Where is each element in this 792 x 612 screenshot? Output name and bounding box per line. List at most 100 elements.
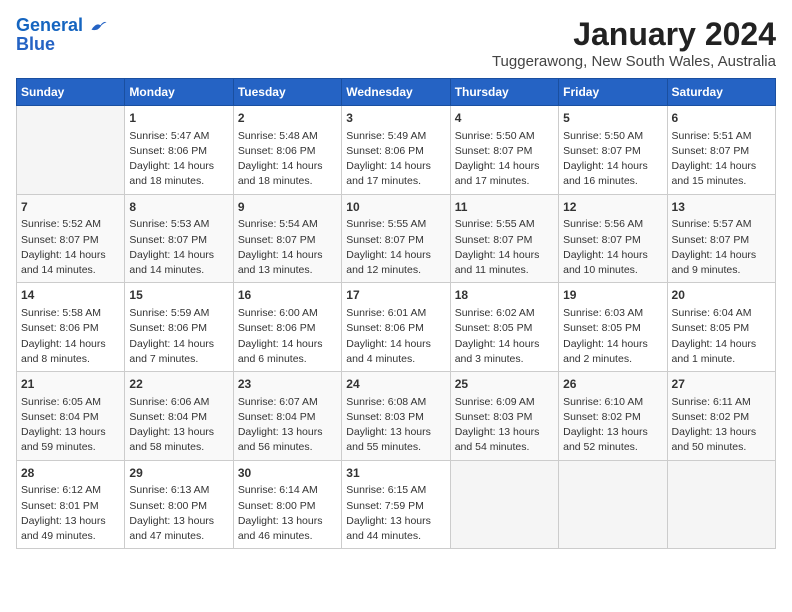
calendar-cell xyxy=(450,460,558,549)
day-info: Sunrise: 5:59 AM Sunset: 8:06 PM Dayligh… xyxy=(129,306,228,367)
day-info: Sunrise: 5:53 AM Sunset: 8:07 PM Dayligh… xyxy=(129,217,228,278)
day-info: Sunrise: 5:55 AM Sunset: 8:07 PM Dayligh… xyxy=(455,217,554,278)
day-number: 4 xyxy=(455,110,554,127)
calendar-cell: 21 Sunrise: 6:05 AM Sunset: 8:04 PM Dayli… xyxy=(17,372,125,461)
day-info: Sunrise: 5:50 AM Sunset: 8:07 PM Dayligh… xyxy=(563,129,662,190)
day-info: Sunrise: 5:55 AM Sunset: 8:07 PM Dayligh… xyxy=(346,217,445,278)
day-number: 7 xyxy=(21,199,120,216)
calendar-cell: 23Sunrise: 6:07 AM Sunset: 8:04 PM Dayli… xyxy=(233,372,341,461)
day-info: Sunrise: 6:10 AM Sunset: 8:02 PM Dayligh… xyxy=(563,395,662,456)
day-info: Sunrise: 6:09 AM Sunset: 8:03 PM Dayligh… xyxy=(455,395,554,456)
calendar-cell: 14 Sunrise: 5:58 AM Sunset: 8:06 PM Dayli… xyxy=(17,283,125,372)
weekday-header-cell: Tuesday xyxy=(233,79,341,106)
calendar-cell: 13Sunrise: 5:57 AM Sunset: 8:07 PM Dayli… xyxy=(667,194,775,283)
calendar-cell xyxy=(559,460,667,549)
calendar-cell: 20Sunrise: 6:04 AM Sunset: 8:05 PM Dayli… xyxy=(667,283,775,372)
day-number: 25 xyxy=(455,376,554,393)
day-info: Sunrise: 6:00 AM Sunset: 8:06 PM Dayligh… xyxy=(238,306,337,367)
day-info: Sunrise: 5:51 AM Sunset: 8:07 PM Dayligh… xyxy=(672,129,771,190)
calendar-cell: 16 Sunrise: 6:00 AM Sunset: 8:06 PM Dayli… xyxy=(233,283,341,372)
day-info: Sunrise: 6:13 AM Sunset: 8:00 PM Dayligh… xyxy=(129,483,228,544)
calendar-cell: 9Sunrise: 5:54 AM Sunset: 8:07 PM Daylig… xyxy=(233,194,341,283)
calendar-body: 1Sunrise: 5:47 AM Sunset: 8:06 PM Daylig… xyxy=(17,106,776,549)
day-number: 15 xyxy=(129,287,228,304)
calendar-cell: 28Sunrise: 6:12 AM Sunset: 8:01 PM Dayli… xyxy=(17,460,125,549)
day-number: 8 xyxy=(129,199,228,216)
calendar-cell xyxy=(667,460,775,549)
day-number: 2 xyxy=(238,110,337,127)
calendar-table: SundayMondayTuesdayWednesdayThursdayFrid… xyxy=(16,78,776,549)
title-area: January 2024 Tuggerawong, New South Wale… xyxy=(492,16,776,70)
calendar-cell: 12Sunrise: 5:56 AM Sunset: 8:07 PM Dayli… xyxy=(559,194,667,283)
calendar-week-row: 1Sunrise: 5:47 AM Sunset: 8:06 PM Daylig… xyxy=(17,106,776,195)
day-number: 14 xyxy=(21,287,120,304)
weekday-header-cell: Thursday xyxy=(450,79,558,106)
calendar-cell: 27Sunrise: 6:11 AM Sunset: 8:02 PM Dayli… xyxy=(667,372,775,461)
calendar-cell: 4 Sunrise: 5:50 AM Sunset: 8:07 PM Daylig… xyxy=(450,106,558,195)
day-info: Sunrise: 5:49 AM Sunset: 8:06 PM Dayligh… xyxy=(346,129,445,190)
day-number: 12 xyxy=(563,199,662,216)
day-info: Sunrise: 6:06 AM Sunset: 8:04 PM Dayligh… xyxy=(129,395,228,456)
day-number: 28 xyxy=(21,465,120,482)
day-number: 24 xyxy=(346,376,445,393)
day-info: Sunrise: 6:15 AM Sunset: 7:59 PM Dayligh… xyxy=(346,483,445,544)
calendar-cell: 31Sunrise: 6:15 AM Sunset: 7:59 PM Dayli… xyxy=(342,460,450,549)
logo-blue-text: Blue xyxy=(16,34,55,55)
day-info: Sunrise: 6:01 AM Sunset: 8:06 PM Dayligh… xyxy=(346,306,445,367)
calendar-week-row: 28Sunrise: 6:12 AM Sunset: 8:01 PM Dayli… xyxy=(17,460,776,549)
calendar-cell: 26 Sunrise: 6:10 AM Sunset: 8:02 PM Dayli… xyxy=(559,372,667,461)
calendar-cell: 2 Sunrise: 5:48 AM Sunset: 8:06 PM Daylig… xyxy=(233,106,341,195)
day-number: 29 xyxy=(129,465,228,482)
day-info: Sunrise: 6:02 AM Sunset: 8:05 PM Dayligh… xyxy=(455,306,554,367)
calendar-week-row: 14 Sunrise: 5:58 AM Sunset: 8:06 PM Dayli… xyxy=(17,283,776,372)
day-info: Sunrise: 5:57 AM Sunset: 8:07 PM Dayligh… xyxy=(672,217,771,278)
calendar-cell: 15 Sunrise: 5:59 AM Sunset: 8:06 PM Dayli… xyxy=(125,283,233,372)
weekday-header-cell: Saturday xyxy=(667,79,775,106)
day-info: Sunrise: 6:07 AM Sunset: 8:04 PM Dayligh… xyxy=(238,395,337,456)
day-number: 22 xyxy=(129,376,228,393)
calendar-cell: 8Sunrise: 5:53 AM Sunset: 8:07 PM Daylig… xyxy=(125,194,233,283)
day-number: 1 xyxy=(129,110,228,127)
day-info: Sunrise: 5:58 AM Sunset: 8:06 PM Dayligh… xyxy=(21,306,120,367)
day-number: 31 xyxy=(346,465,445,482)
day-number: 21 xyxy=(21,376,120,393)
day-info: Sunrise: 6:03 AM Sunset: 8:05 PM Dayligh… xyxy=(563,306,662,367)
day-info: Sunrise: 6:11 AM Sunset: 8:02 PM Dayligh… xyxy=(672,395,771,456)
day-number: 11 xyxy=(455,199,554,216)
calendar-cell: 24 Sunrise: 6:08 AM Sunset: 8:03 PM Dayli… xyxy=(342,372,450,461)
day-info: Sunrise: 6:08 AM Sunset: 8:03 PM Dayligh… xyxy=(346,395,445,456)
day-info: Sunrise: 5:50 AM Sunset: 8:07 PM Dayligh… xyxy=(455,129,554,190)
calendar-cell: 29Sunrise: 6:13 AM Sunset: 8:00 PM Dayli… xyxy=(125,460,233,549)
day-info: Sunrise: 5:52 AM Sunset: 8:07 PM Dayligh… xyxy=(21,217,120,278)
calendar-cell: 11Sunrise: 5:55 AM Sunset: 8:07 PM Dayli… xyxy=(450,194,558,283)
main-title: January 2024 xyxy=(492,16,776,53)
day-info: Sunrise: 6:05 AM Sunset: 8:04 PM Dayligh… xyxy=(21,395,120,456)
day-info: Sunrise: 6:04 AM Sunset: 8:05 PM Dayligh… xyxy=(672,306,771,367)
header: General Blue January 2024 Tuggerawong, N… xyxy=(16,16,776,70)
day-info: Sunrise: 6:14 AM Sunset: 8:00 PM Dayligh… xyxy=(238,483,337,544)
weekday-header-cell: Sunday xyxy=(17,79,125,106)
day-number: 9 xyxy=(238,199,337,216)
calendar-cell: 3 Sunrise: 5:49 AM Sunset: 8:06 PM Daylig… xyxy=(342,106,450,195)
day-number: 18 xyxy=(455,287,554,304)
day-number: 13 xyxy=(672,199,771,216)
weekday-header-cell: Wednesday xyxy=(342,79,450,106)
day-info: Sunrise: 5:54 AM Sunset: 8:07 PM Dayligh… xyxy=(238,217,337,278)
day-number: 3 xyxy=(346,110,445,127)
calendar-cell: 22 Sunrise: 6:06 AM Sunset: 8:04 PM Dayli… xyxy=(125,372,233,461)
weekday-header-cell: Friday xyxy=(559,79,667,106)
calendar-cell: 25 Sunrise: 6:09 AM Sunset: 8:03 PM Dayli… xyxy=(450,372,558,461)
day-number: 30 xyxy=(238,465,337,482)
day-number: 16 xyxy=(238,287,337,304)
day-number: 10 xyxy=(346,199,445,216)
calendar-week-row: 7Sunrise: 5:52 AM Sunset: 8:07 PM Daylig… xyxy=(17,194,776,283)
logo-bird-icon xyxy=(90,19,108,33)
day-number: 5 xyxy=(563,110,662,127)
day-number: 26 xyxy=(563,376,662,393)
calendar-cell: 19Sunrise: 6:03 AM Sunset: 8:05 PM Dayli… xyxy=(559,283,667,372)
day-info: Sunrise: 5:48 AM Sunset: 8:06 PM Dayligh… xyxy=(238,129,337,190)
calendar-cell: 10Sunrise: 5:55 AM Sunset: 8:07 PM Dayli… xyxy=(342,194,450,283)
calendar-cell: 17Sunrise: 6:01 AM Sunset: 8:06 PM Dayli… xyxy=(342,283,450,372)
subtitle: Tuggerawong, New South Wales, Australia xyxy=(492,53,776,70)
calendar-cell xyxy=(17,106,125,195)
